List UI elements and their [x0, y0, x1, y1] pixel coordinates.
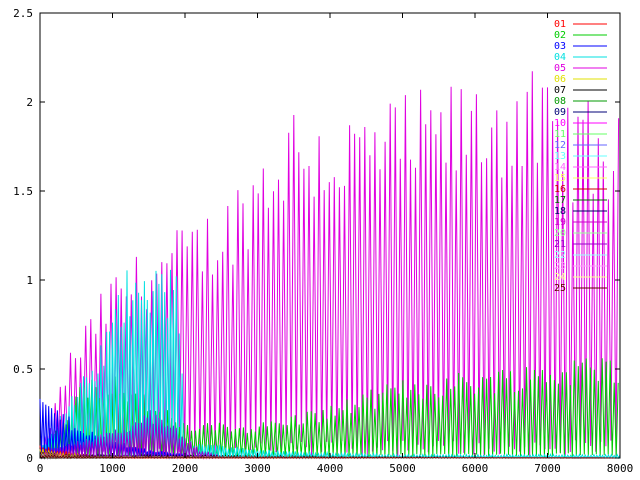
legend-label-15: 15 [554, 173, 566, 184]
legend-label-05: 05 [554, 63, 566, 74]
legend-label-18: 18 [554, 206, 566, 217]
y-tick-label: 0.5 [13, 363, 33, 376]
legend-label-24: 24 [554, 272, 566, 283]
y-tick-label: 0 [26, 452, 33, 465]
legend-label-20: 20 [554, 228, 566, 239]
x-tick-label: 7000 [534, 462, 561, 475]
legend-label-09: 09 [554, 107, 566, 118]
line-chart: 0 1000 2000 3000 4000 5000 6000 7000 8000 0 0.5 1 1.… [13, 7, 634, 475]
y-tick-label: 1.5 [13, 185, 33, 198]
legend-label-14: 14 [554, 162, 566, 173]
y-tick-label: 1 [26, 274, 33, 287]
x-tick-label: 4000 [317, 462, 344, 475]
legend-label-11: 11 [554, 129, 566, 140]
legend-label-13: 13 [554, 151, 566, 162]
legend-label-04: 04 [554, 52, 566, 63]
x-tick-label: 6000 [462, 462, 489, 475]
legend-label-16: 16 [554, 184, 566, 195]
legend-label-21: 21 [554, 239, 566, 250]
series-05-line [39, 71, 620, 459]
legend-label-02: 02 [554, 30, 566, 41]
x-tick-label: 5000 [389, 462, 416, 475]
x-tick-label: 2000 [172, 462, 199, 475]
legend-label-07: 07 [554, 85, 566, 96]
series-layer [39, 71, 621, 460]
legend-label-08: 08 [554, 96, 566, 107]
legend-label-25: 25 [554, 283, 566, 294]
legend-label-10: 10 [554, 118, 566, 129]
legend-label-23: 23 [554, 261, 566, 272]
legend-label-01: 01 [554, 19, 566, 30]
x-tick-label: 0 [37, 462, 44, 475]
x-tick-label: 3000 [244, 462, 271, 475]
legend-label-22: 22 [554, 250, 566, 261]
y-tick-label: 2 [26, 96, 33, 109]
x-tick-label: 8000 [607, 462, 634, 475]
legend-label-12: 12 [554, 140, 566, 151]
x-tick-label: 1000 [99, 462, 126, 475]
y-tick-label: 2.5 [13, 7, 33, 20]
legend-label-17: 17 [554, 195, 566, 206]
legend-label-03: 03 [554, 41, 566, 52]
legend-label-06: 06 [554, 74, 566, 85]
legend-label-19: 19 [554, 217, 566, 228]
